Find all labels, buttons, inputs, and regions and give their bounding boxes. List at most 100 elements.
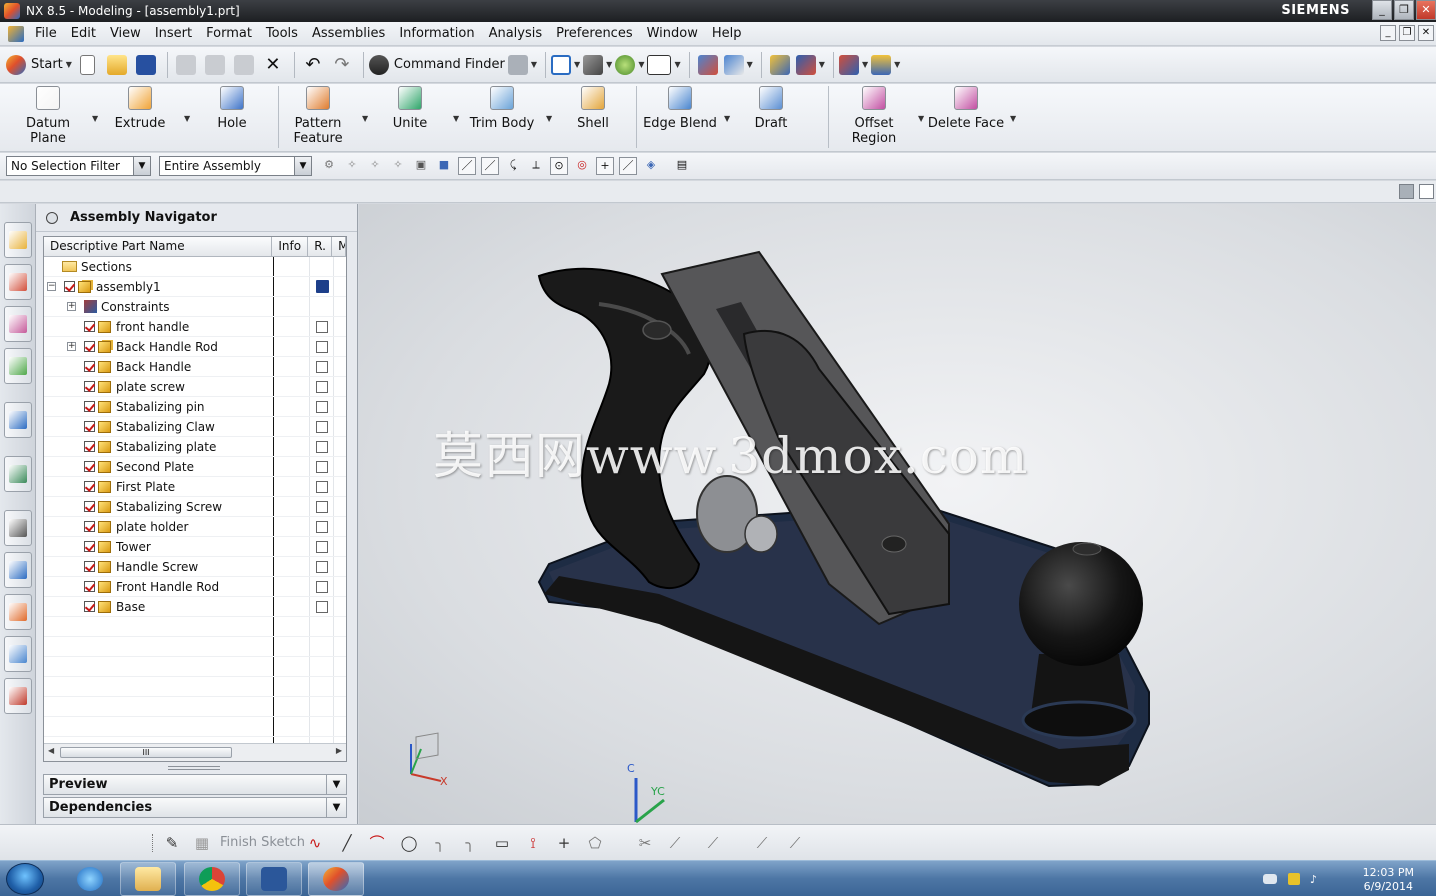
- snap-mid-point-icon[interactable]: ／: [481, 157, 499, 175]
- taskbar-nx[interactable]: [308, 862, 364, 896]
- tree-row[interactable]: Stabalizing plate: [44, 437, 346, 457]
- chevron-down-icon[interactable]: ▼: [362, 114, 368, 123]
- draft-button[interactable]: Draft: [748, 86, 794, 131]
- render-style-button[interactable]: ▼: [583, 51, 612, 79]
- menu-view[interactable]: View: [103, 26, 148, 41]
- visibility-checkbox[interactable]: [84, 581, 95, 592]
- chevron-down-icon[interactable]: ▼: [546, 114, 552, 123]
- column-read-only[interactable]: R.: [308, 237, 333, 256]
- doc-minimize-button[interactable]: _: [1380, 25, 1396, 41]
- menu-insert[interactable]: Insert: [148, 26, 199, 41]
- visibility-checkbox[interactable]: [84, 361, 95, 372]
- snap-end-point-icon[interactable]: ／: [458, 157, 476, 175]
- windows-start-icon[interactable]: [6, 863, 44, 895]
- system-materials-tab[interactable]: [4, 552, 32, 588]
- menu-edit[interactable]: Edit: [64, 26, 103, 41]
- visibility-checkbox[interactable]: [84, 561, 95, 572]
- extrude-button[interactable]: Extrude: [112, 86, 168, 131]
- datum-plane-button[interactable]: Datum Plane: [8, 86, 88, 146]
- visibility-checkbox[interactable]: [84, 541, 95, 552]
- snap-point-on-face-icon[interactable]: ◈: [642, 157, 660, 175]
- hole-button[interactable]: Hole: [212, 86, 252, 131]
- tree-row[interactable]: First Plate: [44, 477, 346, 497]
- select-feature-icon[interactable]: ✧: [343, 157, 361, 175]
- tree-row[interactable]: plate screw: [44, 377, 346, 397]
- assembly-tool-1-button[interactable]: [695, 51, 721, 79]
- assembly-tool-2-button[interactable]: ▼: [723, 51, 753, 79]
- copy-button[interactable]: [202, 51, 228, 79]
- menu-tools[interactable]: Tools: [259, 26, 305, 41]
- document-icon[interactable]: [8, 25, 24, 42]
- doc-close-button[interactable]: ✕: [1418, 25, 1434, 41]
- dependencies-section[interactable]: Dependencies ▼: [43, 797, 347, 818]
- analysis-tool-button[interactable]: [767, 51, 793, 79]
- quick-trim-icon[interactable]: ✂: [635, 834, 655, 852]
- menu-window[interactable]: Window: [640, 26, 705, 41]
- graphics-window[interactable]: X C YC 莫西网www.3dmox.com: [359, 204, 1436, 824]
- select-face-icon[interactable]: ✧: [389, 157, 407, 175]
- point-icon[interactable]: +: [554, 834, 574, 852]
- circle-icon[interactable]: ◯: [399, 834, 419, 852]
- cut-button[interactable]: [173, 51, 199, 79]
- chevron-down-icon[interactable]: ▼: [92, 114, 98, 123]
- restore-button[interactable]: ❐: [1394, 0, 1414, 20]
- preview-section[interactable]: Preview ▼: [43, 774, 347, 795]
- column-info[interactable]: Info: [272, 237, 309, 256]
- visibility-checkbox[interactable]: [84, 521, 95, 532]
- tree-row[interactable]: Tower: [44, 537, 346, 557]
- tree-row[interactable]: − assembly1: [44, 277, 346, 297]
- tree-row[interactable]: Stabalizing pin: [44, 397, 346, 417]
- snap-control-point-icon[interactable]: ⤹: [504, 157, 522, 175]
- chevron-down-icon[interactable]: ▼: [326, 775, 346, 794]
- snap-arc-center-icon[interactable]: ⊙: [550, 157, 568, 175]
- fit-view-button[interactable]: ▼: [551, 51, 580, 79]
- rectangle-icon[interactable]: ▭: [492, 834, 512, 852]
- trim-body-button[interactable]: Trim Body: [466, 86, 538, 131]
- profile-icon[interactable]: ∿: [305, 834, 325, 852]
- chevron-down-icon[interactable]: ▼: [724, 114, 730, 123]
- command-finder-button[interactable]: Command Finder: [368, 51, 505, 79]
- tray-flag-icon[interactable]: [1288, 873, 1300, 885]
- save-button[interactable]: [133, 51, 159, 79]
- tree-row[interactable]: Second Plate: [44, 457, 346, 477]
- tree-row[interactable]: + Constraints: [44, 297, 346, 317]
- measure-tool-button[interactable]: ▼: [871, 51, 900, 79]
- tree-row[interactable]: Stabalizing Screw: [44, 497, 346, 517]
- tree-row[interactable]: Front Handle Rod: [44, 577, 346, 597]
- menu-preferences[interactable]: Preferences: [549, 26, 639, 41]
- taskbar-ie[interactable]: [62, 862, 118, 896]
- doc-restore-button[interactable]: ❐: [1399, 25, 1415, 41]
- studio-spline-icon[interactable]: ⟟: [523, 834, 543, 852]
- visibility-checkbox[interactable]: [84, 461, 95, 472]
- system-scenes-tab[interactable]: [4, 678, 32, 714]
- paste-button[interactable]: [231, 51, 257, 79]
- tree-row[interactable]: + Back Handle Rod: [44, 337, 346, 357]
- menu-format[interactable]: Format: [199, 26, 259, 41]
- new-button[interactable]: [75, 51, 101, 79]
- make-corner-icon[interactable]: ⟋: [703, 834, 723, 852]
- open-button[interactable]: [104, 51, 130, 79]
- visibility-checkbox[interactable]: [84, 321, 95, 332]
- pattern-curve-icon[interactable]: ⟋: [785, 834, 805, 852]
- finish-sketch-label[interactable]: Finish Sketch: [220, 835, 305, 850]
- taskbar-word[interactable]: [246, 862, 302, 896]
- touch-mode-button[interactable]: ▼: [507, 51, 537, 79]
- view-triad-icon[interactable]: [1399, 184, 1414, 199]
- shell-button[interactable]: Shell: [570, 86, 616, 131]
- process-studio-tab[interactable]: [4, 594, 32, 630]
- sketch-icon[interactable]: ✎: [162, 834, 182, 852]
- scroll-thumb[interactable]: III: [60, 747, 232, 758]
- constraint-navigator-tab[interactable]: [4, 264, 32, 300]
- menu-information[interactable]: Information: [392, 26, 481, 41]
- tree-row[interactable]: Sections: [44, 257, 346, 277]
- visibility-checkbox[interactable]: [84, 401, 95, 412]
- undo-button[interactable]: ↶: [300, 51, 326, 79]
- quick-extend-icon[interactable]: ⟋: [665, 834, 685, 852]
- menu-help[interactable]: Help: [705, 26, 749, 41]
- offset-region-button[interactable]: Offset Region: [846, 86, 902, 146]
- selection-filter-dropdown[interactable]: No Selection Filter ▼: [6, 156, 151, 176]
- taskbar-explorer[interactable]: [120, 862, 176, 896]
- snap-quadrant-icon[interactable]: ◎: [573, 157, 591, 175]
- chevron-down-icon[interactable]: ▼: [918, 114, 924, 123]
- cube-select-icon[interactable]: ■: [435, 157, 453, 175]
